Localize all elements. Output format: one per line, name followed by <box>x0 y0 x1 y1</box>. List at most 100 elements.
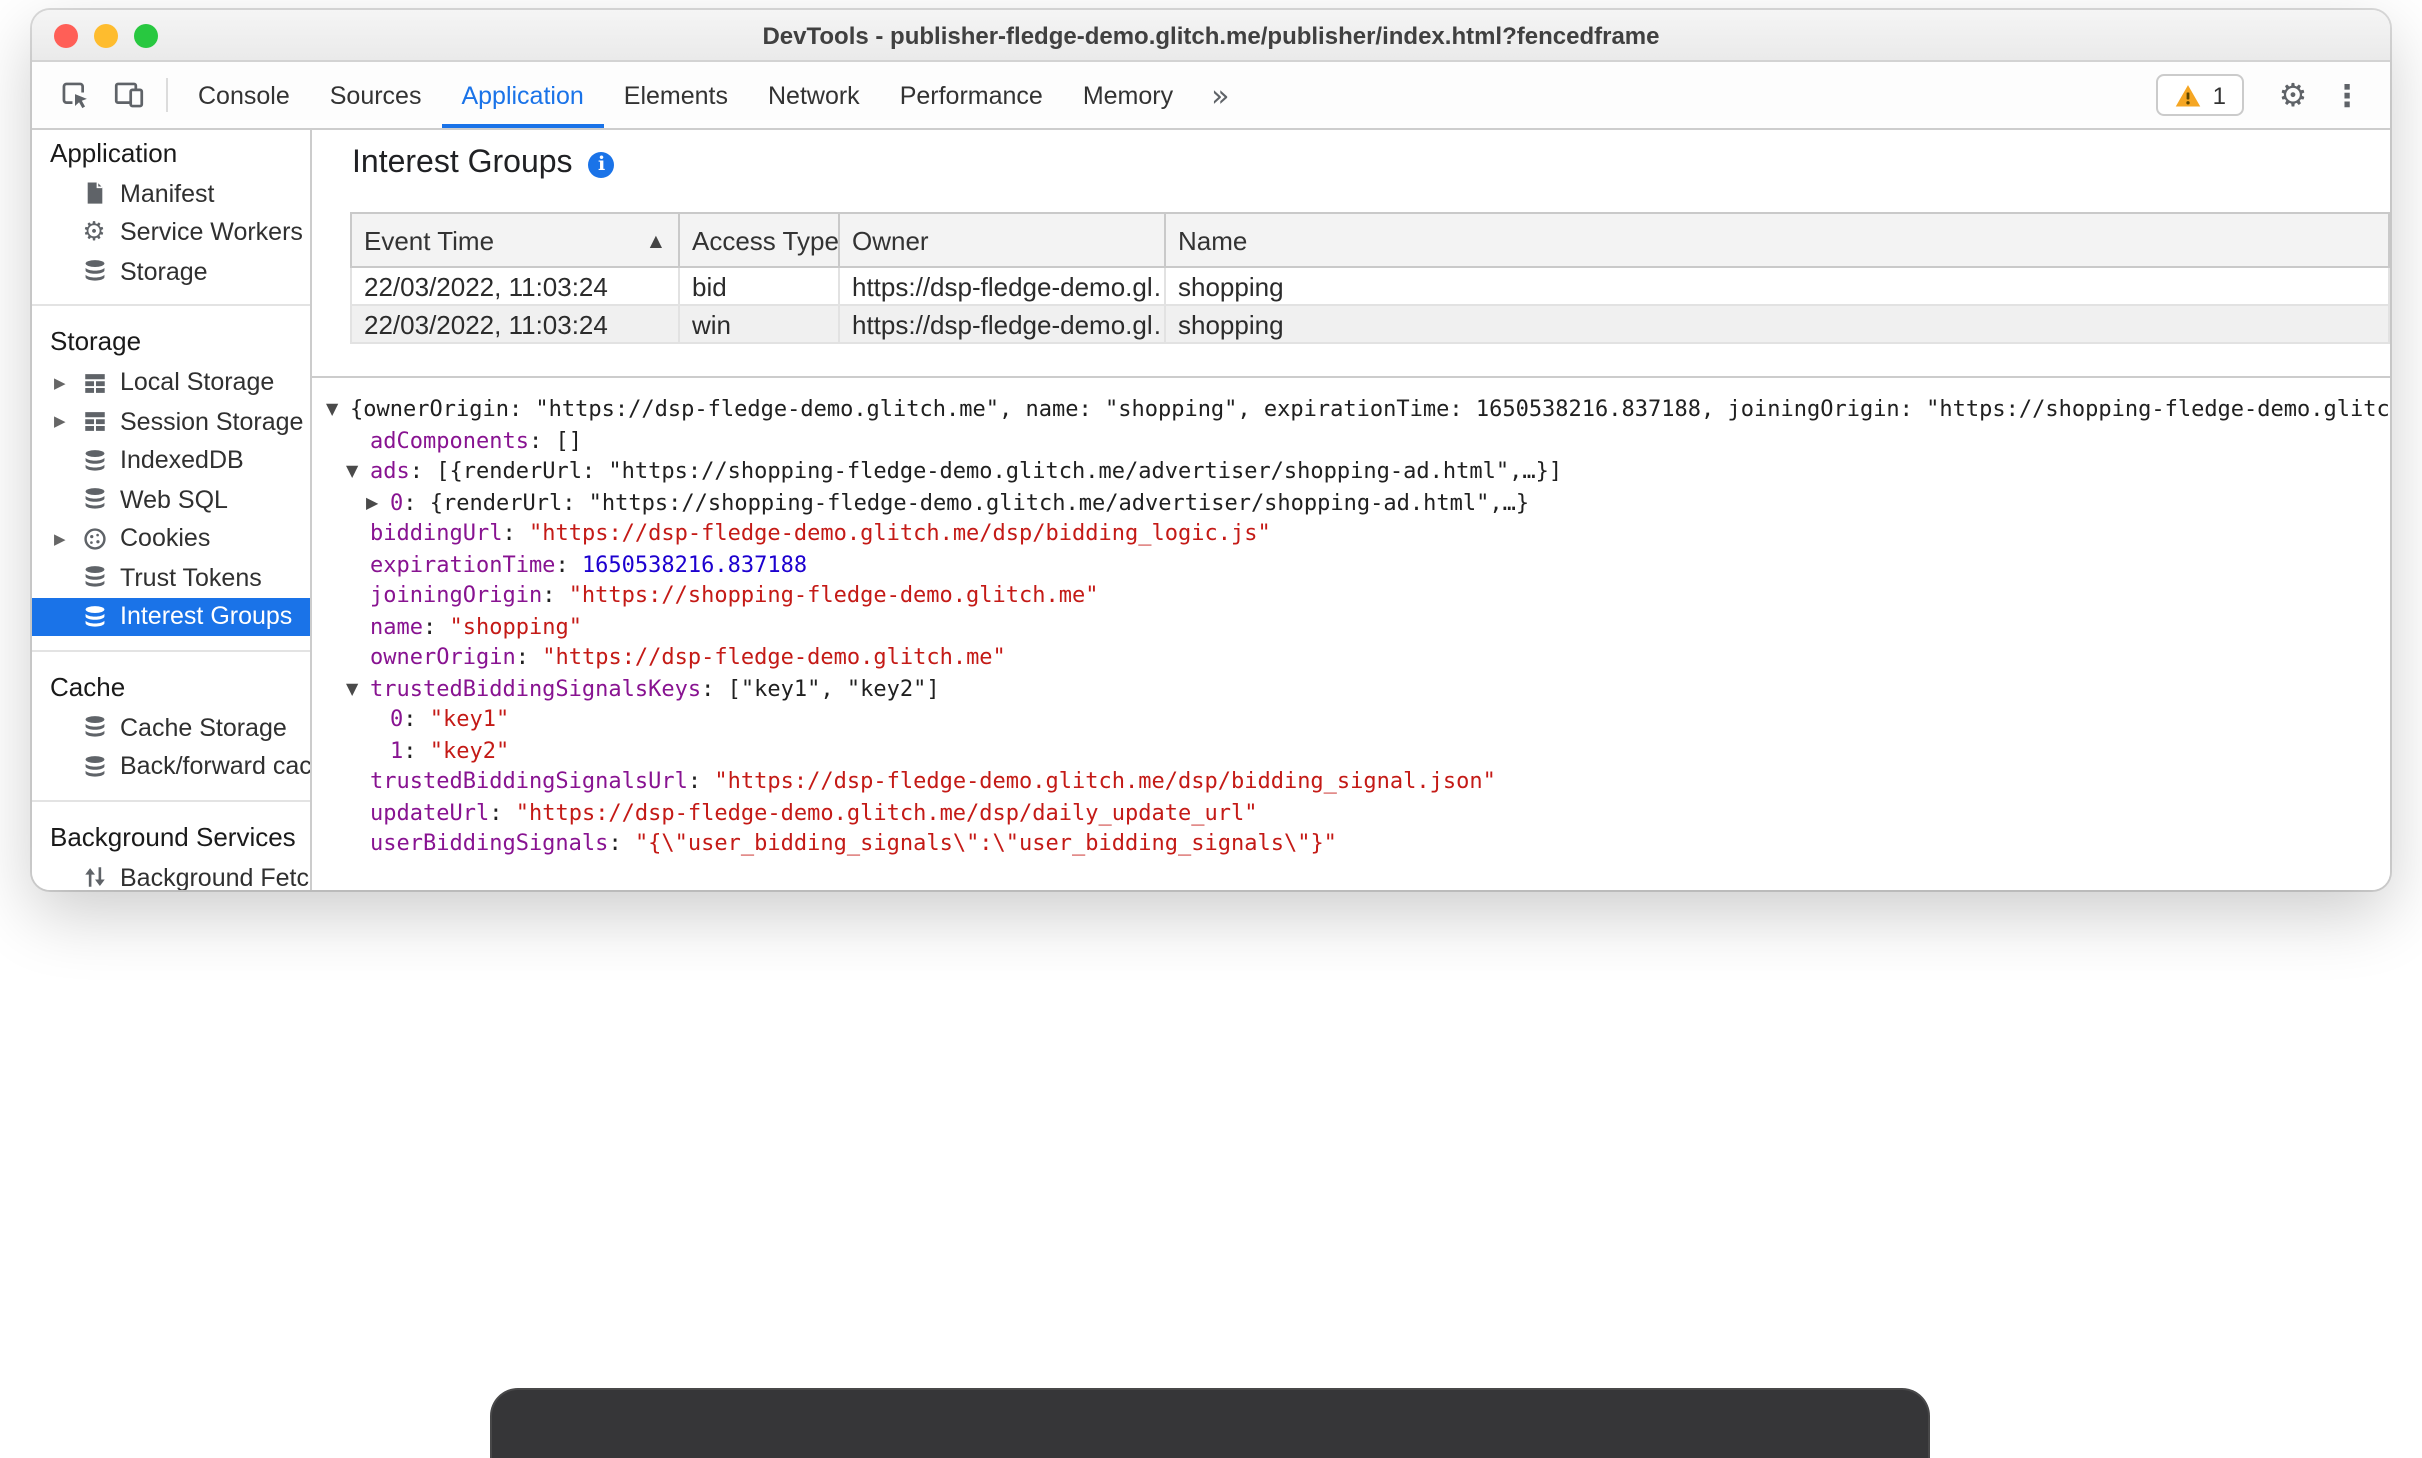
json-string: "key2" <box>429 737 510 763</box>
sidebar-item-interest-groups[interactable]: Interest Groups <box>32 597 310 636</box>
sidebar-item-session-storage[interactable]: ▶ Session Storage <box>32 402 310 441</box>
table-cell: https://dsp-fledge-demo.gl… <box>838 266 1166 306</box>
inspect-element-icon[interactable] <box>48 62 102 128</box>
sidebar-divider <box>32 649 310 651</box>
database-icon <box>80 447 108 475</box>
table-icon <box>80 408 108 436</box>
tree-row[interactable]: expirationTime: 1650538216.837188 <box>312 549 2390 580</box>
sidebar-item-manifest[interactable]: Manifest <box>32 174 310 213</box>
interest-groups-table: Event Time ▲ Access Type Owner Name 22/03/20… <box>350 212 2390 344</box>
sidebar-item-cookies[interactable]: ▶ Cookies <box>32 519 310 558</box>
device-toolbar-icon[interactable] <box>102 62 156 128</box>
sidebar-item-label: IndexedDB <box>120 446 244 475</box>
table-cell: win <box>678 304 840 344</box>
tab-network[interactable]: Network <box>748 62 880 128</box>
sort-ascending-icon: ▲ <box>649 231 662 249</box>
sidebar-item-cache-storage[interactable]: Cache Storage <box>32 708 310 747</box>
sidebar-item-label: Cache Storage <box>120 713 287 742</box>
json-text: : <box>489 799 516 825</box>
titlebar: DevTools - publisher-fledge-demo.glitch.… <box>32 10 2390 62</box>
tree-row[interactable]: updateUrl: "https://dsp-fledge-demo.glit… <box>312 797 2390 828</box>
minimize-window-button[interactable] <box>94 23 118 47</box>
column-header-owner[interactable]: Owner <box>838 212 1166 268</box>
collapse-triangle-icon[interactable]: ▼ <box>326 394 350 425</box>
sidebar-item-background-fetch[interactable]: Background Fetch <box>32 858 310 890</box>
tree-row[interactable]: ▼ {ownerOrigin: "https://dsp-fledge-demo.… <box>312 394 2390 425</box>
table-cell: https://dsp-fledge-demo.gl… <box>838 304 1166 344</box>
sidebar-item-label: Session Storage <box>120 407 304 436</box>
collapse-triangle-icon[interactable]: ▼ <box>346 456 370 487</box>
close-window-button[interactable] <box>54 23 78 47</box>
tree-row[interactable]: joiningOrigin: "https://shopping-fledge-… <box>312 580 2390 611</box>
collapse-triangle-icon[interactable]: ▼ <box>346 673 370 704</box>
json-text: : <box>542 582 569 608</box>
sidebar-item-label: Service Workers <box>120 218 303 247</box>
sidebar-section-background-services: Background Services <box>50 821 296 851</box>
sidebar-item-trust-tokens[interactable]: Trust Tokens <box>32 558 310 597</box>
json-string: "https://dsp-fledge-demo.glitch.me/dsp/b… <box>714 768 1496 794</box>
toolbar-right-group: 1 ⚙ ⋮ <box>2156 62 2374 128</box>
tab-sources[interactable]: Sources <box>310 62 442 128</box>
tree-row[interactable]: 0: "key1" <box>312 704 2390 735</box>
tab-elements[interactable]: Elements <box>604 62 748 128</box>
tab-memory[interactable]: Memory <box>1063 62 1193 128</box>
tree-row[interactable]: ▶ 0: {renderUrl: "https://shopping-fledge… <box>312 487 2390 518</box>
json-key: 0 <box>390 706 404 732</box>
json-string: "https://dsp-fledge-demo.glitch.me/dsp/b… <box>528 520 1271 546</box>
sidebar-item-service-workers[interactable]: ⚙ Service Workers <box>32 213 310 252</box>
page-title: Interest Groups <box>352 146 573 180</box>
tree-row[interactable]: trustedBiddingSignalsUrl: "https://dsp-f… <box>312 766 2390 797</box>
json-key: name <box>370 613 423 639</box>
column-label: Owner <box>852 225 929 255</box>
database-icon <box>80 603 108 631</box>
sidebar-item-storage[interactable]: Storage <box>32 252 310 291</box>
tab-performance[interactable]: Performance <box>880 62 1063 128</box>
tree-row[interactable]: name: "shopping" <box>312 611 2390 642</box>
zoom-window-button[interactable] <box>134 23 158 47</box>
json-text: : <box>403 706 430 732</box>
document-icon <box>80 180 108 208</box>
settings-gear-icon[interactable]: ⚙ <box>2266 76 2320 114</box>
sidebar-item-local-storage[interactable]: ▶ Local Storage <box>32 363 310 402</box>
json-text: : ["key1", "key2"] <box>701 675 940 701</box>
table-cell: 22/03/2022, 11:03:24 <box>350 304 680 344</box>
issues-badge[interactable]: 1 <box>2156 74 2244 116</box>
tab-console[interactable]: Console <box>178 62 310 128</box>
sidebar-divider <box>32 799 310 801</box>
table-icon <box>80 369 108 397</box>
json-key: joiningOrigin <box>370 582 543 608</box>
column-header-access-type[interactable]: Access Type <box>678 212 840 268</box>
interest-group-json-tree: ▼ {ownerOrigin: "https://dsp-fledge-demo.… <box>312 378 2390 890</box>
expand-arrow-icon[interactable]: ▶ <box>54 413 66 431</box>
expand-arrow-icon[interactable]: ▶ <box>54 374 66 392</box>
json-key: 1 <box>390 737 404 763</box>
tree-row[interactable]: ▼ ads: [{renderUrl: "https://shopping-fle… <box>312 456 2390 487</box>
sidebar-item-indexeddb[interactable]: IndexedDB <box>32 441 310 480</box>
tree-row[interactable]: ▼ trustedBiddingSignalsKeys: ["key1", "ke… <box>312 673 2390 704</box>
sidebar-item-web-sql[interactable]: Web SQL <box>32 480 310 519</box>
json-text: : <box>687 768 715 794</box>
more-options-icon[interactable]: ⋮ <box>2320 77 2374 113</box>
expand-arrow-icon[interactable]: ▶ <box>54 530 66 548</box>
json-string: "key1" <box>429 706 510 732</box>
expand-triangle-icon[interactable]: ▶ <box>366 487 390 518</box>
info-icon[interactable]: i <box>588 151 615 177</box>
table-row[interactable]: 22/03/2022, 11:03:24 bid https://dsp-fledg… <box>350 266 2390 306</box>
json-key: expirationTime <box>370 551 556 577</box>
sidebar-item-back-forward-cach[interactable]: Back/forward cach <box>32 747 310 786</box>
sidebar-item-label: Back/forward cach <box>120 752 312 781</box>
json-text: : [] <box>528 427 582 453</box>
column-header-name[interactable]: Name <box>1164 212 2390 268</box>
tree-row[interactable]: userBiddingSignals: "{\"user_bidding_sig… <box>312 828 2390 859</box>
tree-row[interactable]: 1: "key2" <box>312 735 2390 766</box>
tree-row[interactable]: adComponents: [] <box>312 425 2390 456</box>
more-tabs-icon[interactable]: » <box>1193 62 1247 128</box>
tree-row[interactable]: ownerOrigin: "https://dsp-fledge-demo.gl… <box>312 642 2390 673</box>
column-header-event-time[interactable]: Event Time ▲ <box>350 212 680 268</box>
table-cell: 22/03/2022, 11:03:24 <box>350 266 680 306</box>
devtools-content: Application Manifest ⚙ Service Workers Stora… <box>32 130 2390 890</box>
table-row[interactable]: 22/03/2022, 11:03:24 win https://dsp-fledg… <box>350 304 2390 344</box>
tab-application[interactable]: Application <box>441 62 605 128</box>
json-string: "https://shopping-fledge-demo.glitch.me" <box>568 582 1099 608</box>
tree-row[interactable]: biddingUrl: "https://dsp-fledge-demo.gli… <box>312 518 2390 549</box>
